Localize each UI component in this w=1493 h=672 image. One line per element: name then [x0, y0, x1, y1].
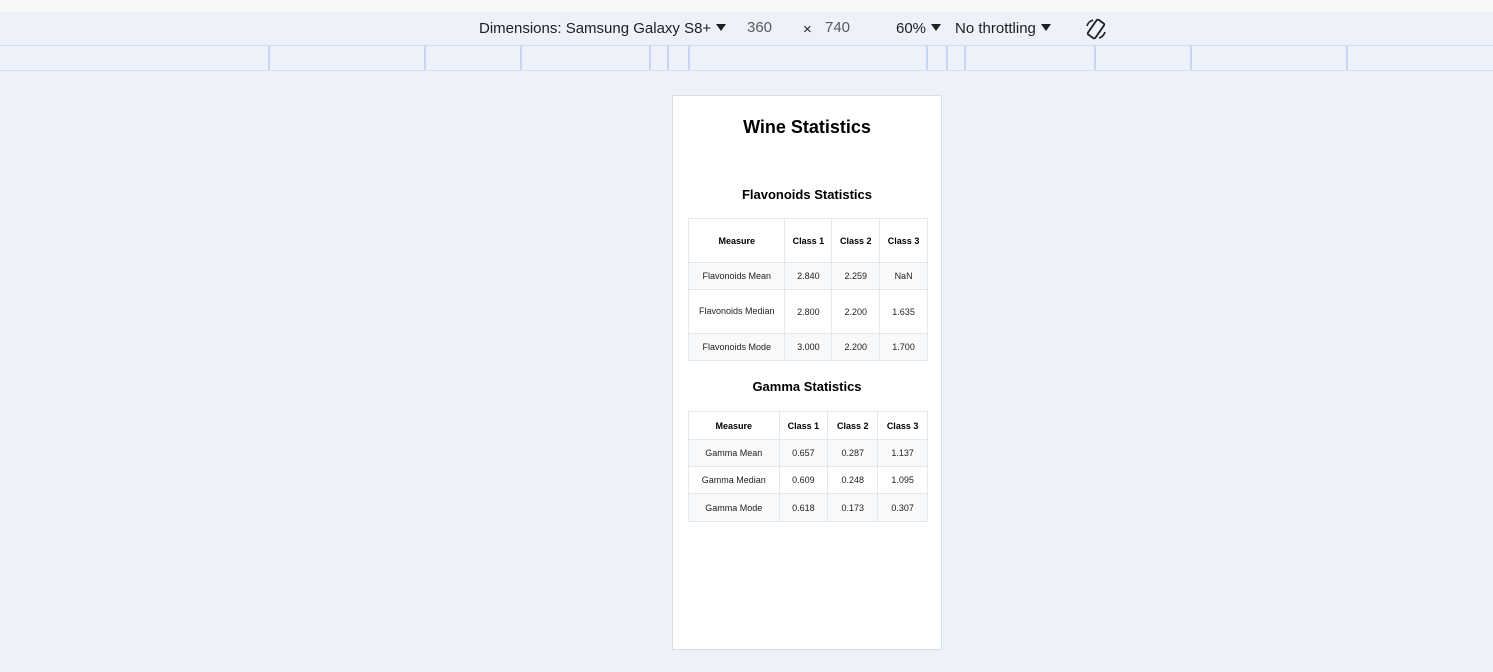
table-cell: 0.173 — [827, 493, 879, 522]
device-viewport: Wine Statistics Flavonoids Statistics Me… — [672, 95, 942, 650]
table-cell: Gamma Mode — [688, 493, 780, 522]
flavonoids-table: Measure Class 1 Class 2 Class 3 Flavonoi… — [687, 218, 928, 361]
caret-down-icon — [716, 24, 727, 31]
header-class-2: Class 2 — [827, 411, 879, 440]
zoom-label: 60% — [896, 20, 927, 37]
ruler-tick[interactable] — [1094, 46, 1096, 70]
table-row: Gamma Mode 0.618 0.173 0.307 — [688, 493, 928, 522]
table-cell: 2.200 — [831, 289, 881, 334]
ruler-tick[interactable] — [926, 46, 928, 70]
zoom-dropdown[interactable]: 60% — [896, 12, 942, 45]
table-header-row: Measure Class 1 Class 2 Class 3 — [688, 411, 928, 440]
header-measure: Measure — [688, 411, 780, 440]
height-input[interactable]: 740 — [825, 16, 850, 40]
times-icon: × — [803, 21, 812, 38]
table-cell: 2.200 — [831, 333, 881, 361]
window-top-strip — [0, 0, 1493, 12]
table-cell: 2.840 — [784, 262, 833, 290]
table-row: Gamma Median 0.609 0.248 1.095 — [688, 466, 928, 494]
header-class-3: Class 3 — [879, 218, 928, 263]
ruler-tick[interactable] — [424, 46, 426, 70]
width-input[interactable]: 360 — [747, 16, 772, 40]
ruler-tick[interactable] — [1190, 46, 1192, 70]
throttling-dropdown[interactable]: No throttling — [955, 12, 1051, 45]
header-class-1: Class 1 — [784, 218, 833, 263]
table-cell: 2.259 — [831, 262, 881, 290]
table-cell: 0.307 — [877, 493, 928, 522]
header-class-3: Class 3 — [877, 411, 928, 440]
ruler-tick[interactable] — [667, 46, 669, 70]
flavonoids-title: Flavonoids Statistics — [741, 187, 873, 202]
throttling-label: No throttling — [955, 20, 1036, 37]
header-class-1: Class 1 — [778, 411, 829, 440]
table-cell: 0.609 — [778, 466, 829, 494]
table-cell: 0.248 — [827, 466, 879, 494]
table-cell: 1.635 — [879, 289, 928, 334]
table-cell: Flavonoids Mean — [687, 262, 786, 290]
table-cell: Flavonoids Median — [687, 289, 786, 334]
page-title: Wine Statistics — [743, 117, 871, 137]
device-toolbar: Dimensions: Samsung Galaxy S8+ 360 × 740… — [0, 12, 1493, 46]
dimensions-label: Dimensions: Samsung Galaxy S8+ — [479, 20, 712, 37]
header-measure: Measure — [687, 218, 786, 263]
rotate-icon[interactable] — [1084, 17, 1108, 41]
gamma-title: Gamma Statistics — [752, 379, 862, 394]
ruler-tick[interactable] — [964, 46, 966, 70]
caret-down-icon — [1040, 24, 1051, 31]
table-row: Flavonoids Mode 3.000 2.200 1.700 — [687, 333, 928, 361]
ruler-tick[interactable] — [1346, 46, 1348, 70]
table-cell: Gamma Median — [688, 466, 780, 494]
table-cell: 2.800 — [784, 289, 833, 334]
table-cell: NaN — [879, 262, 928, 290]
ruler-tick[interactable] — [268, 46, 270, 70]
ruler-tick[interactable] — [946, 46, 948, 70]
table-row: Flavonoids Median 2.800 2.200 1.635 — [687, 289, 928, 334]
table-cell: Gamma Mean — [688, 439, 780, 467]
table-row: Flavonoids Mean 2.840 2.259 NaN — [687, 262, 928, 290]
media-query-ruler — [0, 46, 1493, 71]
table-cell: 0.657 — [778, 439, 829, 467]
table-cell: 1.095 — [877, 466, 928, 494]
table-header-row: Measure Class 1 Class 2 Class 3 — [687, 218, 928, 263]
table-cell: 1.137 — [877, 439, 928, 467]
ruler-tick[interactable] — [649, 46, 651, 70]
header-class-2: Class 2 — [831, 218, 881, 263]
table-cell: Flavonoids Mode — [687, 333, 786, 361]
ruler-tick[interactable] — [520, 46, 522, 70]
ruler-tick[interactable] — [688, 46, 690, 70]
table-row: Gamma Mean 0.657 0.287 1.137 — [688, 439, 928, 467]
table-cell: 0.618 — [778, 493, 829, 522]
table-cell: 0.287 — [827, 439, 879, 467]
table-cell: 1.700 — [879, 333, 928, 361]
dimensions-dropdown[interactable]: Dimensions: Samsung Galaxy S8+ — [479, 12, 727, 45]
gamma-table: Measure Class 1 Class 2 Class 3 Gamma Me… — [688, 411, 928, 522]
caret-down-icon — [931, 24, 942, 31]
table-cell: 3.000 — [784, 333, 833, 361]
